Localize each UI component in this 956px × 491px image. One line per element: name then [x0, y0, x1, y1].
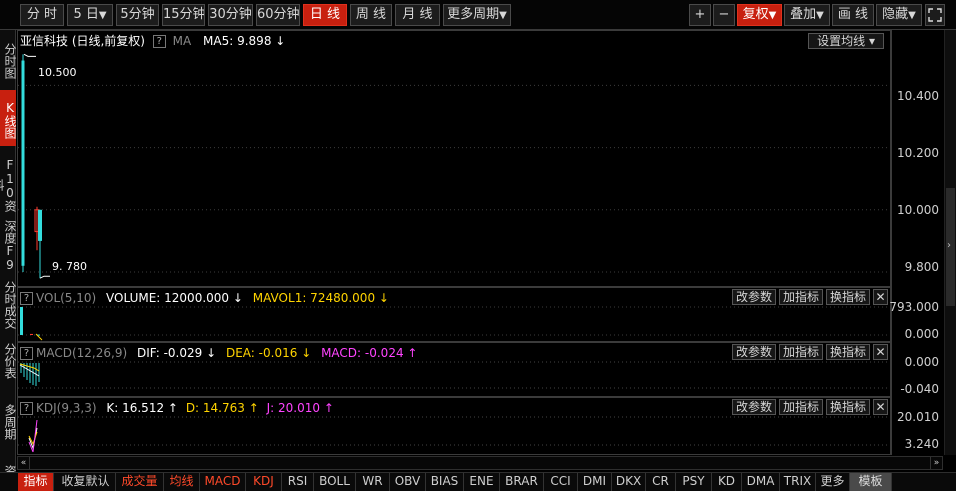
tab-day[interactable]: 日 线	[303, 4, 347, 26]
tab-dmi[interactable]: DMI	[578, 473, 612, 491]
low-pointer	[39, 275, 50, 279]
tab-template[interactable]: 模板	[850, 473, 892, 491]
price-axis: 10.400 10.200 10.000 9.800 793.000 0.000…	[889, 30, 943, 455]
kline-candles	[21, 54, 42, 279]
high-price-label: 10.500	[38, 66, 77, 79]
tab-restore-default[interactable]: 收复默认	[56, 473, 116, 491]
tab-dma[interactable]: DMA	[742, 473, 780, 491]
candle-body	[38, 209, 42, 241]
vertical-scrollbar[interactable]: ›	[944, 30, 956, 455]
zoom-out-button[interactable]: −	[713, 4, 735, 26]
tab-5day[interactable]: 5 日▼	[67, 4, 113, 26]
ytick-label: 3.240	[904, 437, 939, 451]
tab-cci[interactable]: CCI	[544, 473, 578, 491]
tab-5min[interactable]: 5分钟	[116, 4, 159, 26]
expand-icon[interactable]	[925, 4, 945, 26]
side-tab-kline[interactable]: K线图	[0, 90, 17, 146]
volume-gridlines	[18, 306, 890, 336]
kline-pane: 亚信科技 (日线,前复权) ? MA MA5: 9.898 ↓ 设置均线 ▾ 1…	[17, 30, 891, 287]
candle-body	[21, 60, 25, 266]
tab-month[interactable]: 月 线	[395, 4, 440, 26]
volume-bars	[20, 307, 43, 341]
ytick-label: 20.010	[897, 410, 939, 424]
overlay-button[interactable]: 叠加▼	[784, 4, 830, 26]
hide-label: 隐藏	[882, 7, 909, 22]
chevron-right-icon: ›	[947, 240, 951, 251]
volume-bar	[30, 333, 33, 335]
tab-wr[interactable]: WR	[356, 473, 390, 491]
period-toolbar: 分 时 5 日▼ 5分钟 15分钟 30分钟 60分钟 日 线 周 线 月 线 …	[0, 0, 956, 30]
tab-60min[interactable]: 60分钟	[256, 4, 300, 26]
ytick-label: 10.200	[897, 146, 939, 160]
fuquan-label: 复权	[742, 7, 769, 22]
tab-kdj[interactable]: KDJ	[246, 473, 282, 491]
indicator-tab-bar: 指标 收复默认 成交量 均线 MACD KDJ RSI BOLL WR OBV …	[0, 472, 956, 491]
tab-dkx[interactable]: DKX	[612, 473, 646, 491]
tab-boll[interactable]: BOLL	[314, 473, 356, 491]
low-price-label: 9. 780	[52, 260, 87, 273]
ytick-label: 10.000	[897, 203, 939, 217]
side-tab-depth[interactable]: 深度F9	[0, 214, 17, 274]
macd-pane: ? MACD(12,26,9) DIF: -0.029 ↓ DEA: -0.016…	[17, 342, 891, 397]
kdj-chart[interactable]	[18, 398, 890, 454]
ytick-label: -0.040	[900, 382, 939, 396]
fuquan-button[interactable]: 复权▼	[737, 4, 782, 26]
tab-cr[interactable]: CR	[646, 473, 676, 491]
tab-kd[interactable]: KD	[712, 473, 742, 491]
kdj-pane: ? KDJ(9,3,3) K: 16.512 ↑ D: 14.763 ↑ J: 2…	[17, 397, 891, 455]
horizontal-scrollbar[interactable]: « »	[17, 456, 943, 470]
tab-ene[interactable]: ENE	[464, 473, 500, 491]
side-tab-multi-period[interactable]: 多周期	[0, 396, 17, 444]
ytick-label: 0.000	[904, 327, 939, 341]
more-periods-label: 更多周期	[447, 7, 500, 22]
chevron-down-icon: ▼	[908, 10, 916, 21]
draw-line-button[interactable]: 画 线	[832, 4, 874, 26]
ytick-label: 10.400	[897, 89, 939, 103]
chevron-down-icon: ▼	[499, 10, 507, 21]
tab-psy[interactable]: PSY	[676, 473, 712, 491]
scroll-left-icon[interactable]: «	[18, 457, 30, 469]
hide-button[interactable]: 隐藏▼	[876, 4, 922, 26]
zoom-in-button[interactable]: +	[689, 4, 711, 26]
volume-pane: ? VOL(5,10) VOLUME: 12000.000 ↓ MAVOL1: 7…	[17, 287, 891, 342]
tab-trix[interactable]: TRIX	[780, 473, 816, 491]
ytick-label: 793.000	[889, 300, 939, 314]
volume-bar	[20, 307, 23, 335]
tab-30min[interactable]: 30分钟	[208, 4, 253, 26]
overlay-label: 叠加	[790, 7, 817, 22]
chevron-down-icon: ▼	[98, 10, 107, 21]
tab-5day-label: 5 日	[73, 7, 99, 22]
side-tab-fenshi[interactable]: 分时图	[0, 34, 17, 84]
high-pointer	[23, 53, 36, 57]
tab-week[interactable]: 周 线	[350, 4, 392, 26]
tab-fenshi[interactable]: 分 时	[20, 4, 64, 26]
tab-macd[interactable]: MACD	[200, 473, 246, 491]
chevron-down-icon: ▼	[768, 10, 777, 21]
scroll-right-icon[interactable]: »	[930, 457, 942, 469]
ytick-label: 0.000	[904, 355, 939, 369]
side-tab-trades[interactable]: 分时成交	[0, 268, 17, 338]
tab-indicator[interactable]: 指标	[18, 473, 54, 491]
side-tab-f10[interactable]: F10资料	[0, 154, 17, 212]
left-side-tabs: 分时图 K线图 F10资料 深度F9 分时成交 分价表 多周期 资金	[0, 30, 17, 489]
more-periods-button[interactable]: 更多周期▼	[443, 4, 511, 26]
ytick-label: 9.800	[904, 260, 939, 274]
tab-obv[interactable]: OBV	[390, 473, 426, 491]
macd-chart[interactable]	[18, 343, 890, 396]
tab-bias[interactable]: BIAS	[426, 473, 464, 491]
tab-15min[interactable]: 15分钟	[162, 4, 205, 26]
volume-chart[interactable]	[18, 288, 890, 341]
kline-chart[interactable]	[18, 31, 890, 286]
tab-more[interactable]: 更多	[816, 473, 850, 491]
tab-volume[interactable]: 成交量	[116, 473, 164, 491]
tab-rsi[interactable]: RSI	[282, 473, 314, 491]
fullscreen-icon	[928, 8, 942, 22]
kline-gridlines	[18, 84, 890, 273]
side-tab-price-table[interactable]: 分价表	[0, 336, 17, 382]
chevron-down-icon: ▼	[816, 10, 824, 21]
tab-ma[interactable]: 均线	[164, 473, 200, 491]
tab-brar[interactable]: BRAR	[500, 473, 544, 491]
